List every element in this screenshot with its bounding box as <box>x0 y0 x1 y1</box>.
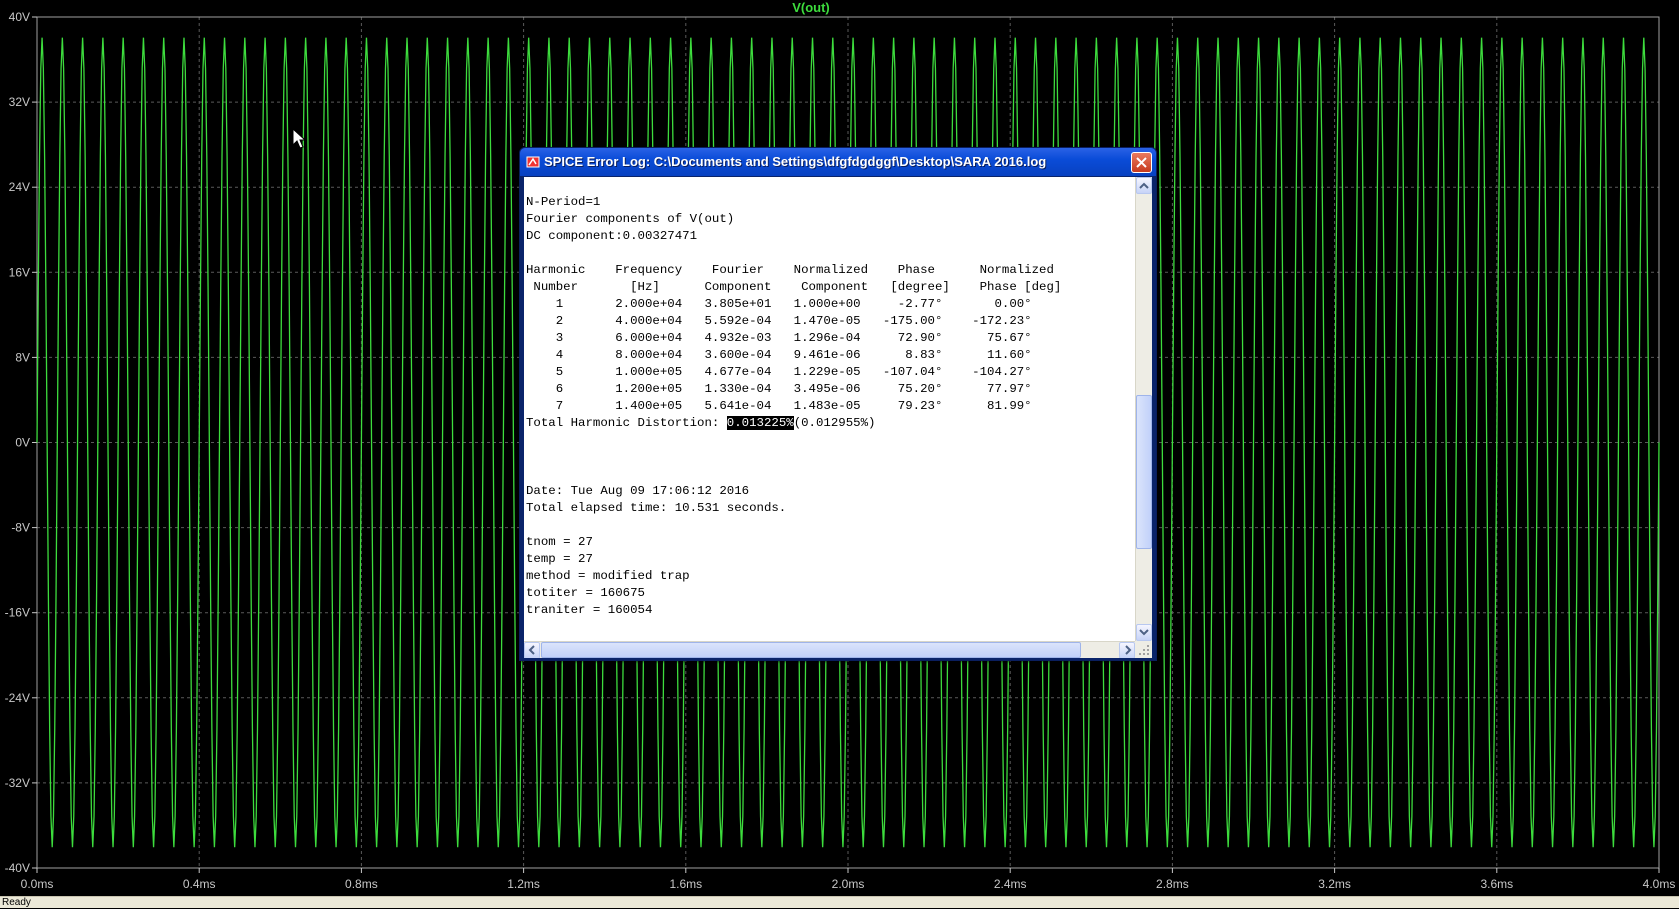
x-tick-label: 0.0ms <box>21 877 54 891</box>
spice-error-log-window[interactable]: SPICE Error Log: C:\Documents and Settin… <box>519 147 1157 661</box>
horizontal-scrollbar[interactable] <box>524 641 1135 658</box>
ltspice-app-icon <box>526 156 540 168</box>
y-tick-label: 16V <box>9 265 30 279</box>
chevron-down-icon <box>1139 629 1149 636</box>
x-axis-ticks: 0.0ms 0.4ms 0.8ms 1.2ms 1.6ms 2.0ms 2.4ms 2.8ms… <box>21 868 1676 891</box>
title-bar[interactable]: SPICE Error Log: C:\Documents and Settin… <box>520 148 1156 176</box>
window-title: SPICE Error Log: C:\Documents and Settin… <box>544 154 1047 169</box>
x-tick-label: 2.0ms <box>832 877 865 891</box>
scroll-up-button[interactable] <box>1136 177 1152 194</box>
status-text: Ready <box>2 897 31 908</box>
y-tick-label: 32V <box>9 95 30 109</box>
y-tick-label: -24V <box>5 691 30 705</box>
x-tick-label: 4.0ms <box>1643 877 1676 891</box>
y-tick-label: -40V <box>5 861 30 875</box>
thd-label: Total Harmonic Distortion: <box>526 416 727 430</box>
x-tick-label: 2.8ms <box>1156 877 1189 891</box>
log-text[interactable]: N-Period=1 Fourier components of V(out) … <box>526 177 1126 635</box>
close-button[interactable] <box>1131 152 1152 173</box>
x-tick-label: 0.8ms <box>345 877 378 891</box>
vertical-scrollbar[interactable] <box>1135 177 1152 641</box>
fourier-report-text: N-Period=1 Fourier components of V(out) … <box>526 195 1062 413</box>
mouse-pointer-icon <box>292 128 306 149</box>
trace-label-vout[interactable]: V(out) <box>792 0 830 15</box>
thd-alt-value: (0.012955%) <box>793 416 876 430</box>
vertical-scroll-thumb[interactable] <box>1136 395 1152 549</box>
x-tick-label: 3.2ms <box>1318 877 1351 891</box>
y-tick-label: 24V <box>9 180 30 194</box>
scroll-down-button[interactable] <box>1136 624 1152 641</box>
y-tick-label: -32V <box>5 776 30 790</box>
chevron-left-icon <box>528 645 535 655</box>
y-tick-label: 8V <box>15 350 30 364</box>
close-icon <box>1136 157 1147 168</box>
run-stats-text: Date: Tue Aug 09 17:06:12 2016 Total ela… <box>526 484 787 617</box>
scroll-left-button[interactable] <box>524 642 540 658</box>
thd-value-selected[interactable]: 0.013225% <box>726 416 794 430</box>
x-tick-label: 1.6ms <box>669 877 702 891</box>
scroll-right-button[interactable] <box>1119 642 1135 658</box>
x-tick-label: 3.6ms <box>1480 877 1513 891</box>
x-tick-label: 2.4ms <box>994 877 1027 891</box>
x-tick-label: 1.2ms <box>507 877 540 891</box>
log-content-area[interactable]: N-Period=1 Fourier components of V(out) … <box>524 177 1152 658</box>
chevron-up-icon <box>1139 182 1149 189</box>
y-tick-label: 0V <box>15 436 30 450</box>
resize-grip[interactable] <box>1135 641 1152 658</box>
y-tick-label: 40V <box>9 10 30 24</box>
y-tick-label: -8V <box>11 521 30 535</box>
resize-grip-icon <box>1139 645 1149 655</box>
y-axis-ticks: 40V 32V 24V 16V 8V 0V -8V -16V -24V -32V -40V <box>5 10 37 875</box>
y-tick-label: -16V <box>5 606 30 620</box>
chevron-right-icon <box>1125 645 1132 655</box>
x-tick-label: 0.4ms <box>183 877 216 891</box>
horizontal-scroll-thumb[interactable] <box>541 642 1081 658</box>
status-bar: Ready <box>0 896 1679 908</box>
